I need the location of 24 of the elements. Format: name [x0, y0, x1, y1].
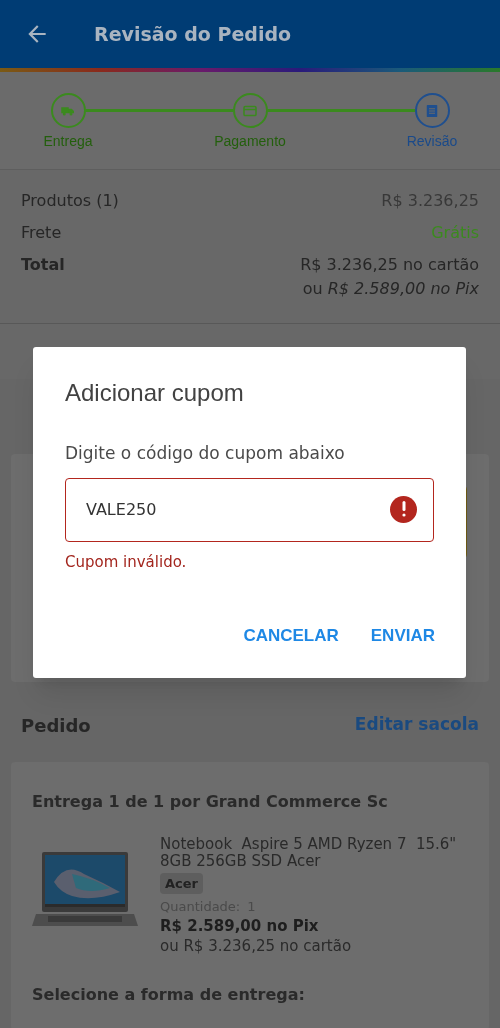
total-label: Total	[21, 254, 65, 276]
total-pix-price: ou R$ 2.589,00 no Pix	[302, 278, 479, 300]
dialog-title: Adicionar cupom	[65, 378, 245, 408]
dialog-instruction: Digite o código do cupom abaixo	[65, 442, 346, 465]
summary-label: Frete	[21, 222, 62, 244]
total-card-price: R$ 3.236,25 no cartão	[300, 254, 479, 276]
step-label[interactable]: Revisão	[406, 131, 458, 152]
shipment-title: Entrega 1 de 1 por Grand Commerce Sc	[32, 791, 389, 813]
dialog-button[interactable]: CANCELAR	[243, 622, 339, 648]
dialog-button[interactable]: ENVIAR	[370, 622, 435, 648]
summary-value: Grátis	[431, 222, 479, 244]
screen-title: Revisão do Pedido	[94, 21, 292, 47]
section-title: Pedido	[21, 713, 91, 738]
product-name[interactable]: Notebook Aspire 5 AMD Ryzen 7 15.6" 8GB 256GB SSD Acer	[160, 836, 468, 870]
pix-price: R$ 2.589,00 no Pix	[160, 918, 320, 935]
edit-bag-link[interactable]: Editar sacola	[354, 712, 479, 738]
step-label[interactable]: Entrega	[43, 131, 93, 152]
summary-label: Produtos (1)	[21, 190, 119, 212]
step-label[interactable]: Pagamento	[214, 131, 286, 152]
brand-tag: Acer	[160, 873, 203, 894]
card-price: ou R$ 3.236,25 no cartão	[160, 938, 353, 955]
coupon-input-field[interactable]: VALE250	[65, 477, 434, 542]
delivery-prompt: Selecione a forma de entrega:	[32, 984, 306, 1006]
error-message: Cupom inválido.	[65, 551, 188, 573]
